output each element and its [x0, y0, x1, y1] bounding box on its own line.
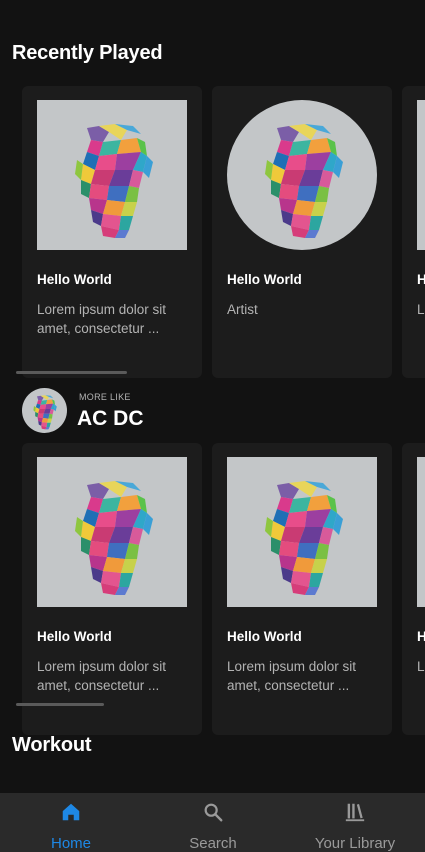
- more-like-card-1[interactable]: Hello World Lorem ipsum dolor sit amet, …: [22, 443, 202, 735]
- nav-home-label: Home: [50, 835, 91, 852]
- recently-played-carousel[interactable]: Hello World Lorem ipsum dolor sit amet, …: [0, 86, 425, 378]
- card-title: H: [417, 272, 425, 287]
- more-like-kicker: MORE LIKE: [79, 392, 131, 402]
- nav-home[interactable]: Home: [0, 793, 142, 852]
- artist-artwork: [227, 100, 377, 250]
- section-title-workout: Workout: [12, 734, 92, 756]
- home-icon: [62, 803, 80, 821]
- artist-avatar: [22, 388, 67, 433]
- card-title: H: [417, 629, 425, 644]
- card-subtitle: Lorem ipsum dolor sit amet, consectetur …: [37, 659, 167, 693]
- nav-library[interactable]: Your Library: [284, 793, 425, 852]
- section-title-recently-played: Recently Played: [12, 42, 163, 64]
- album-artwork: [417, 100, 425, 250]
- more-like-artist: AC DC: [77, 407, 144, 430]
- card-subtitle: Lorem ipsum dolor sit amet, consectetur …: [227, 659, 357, 693]
- more-like-scrollbar[interactable]: [16, 703, 104, 706]
- nav-search-label: Search: [189, 835, 237, 852]
- more-like-header[interactable]: MORE LIKE AC DC: [22, 388, 322, 434]
- card-subtitle: Lo a: [417, 302, 425, 317]
- search-icon: [204, 803, 223, 822]
- more-like-carousel[interactable]: Hello World Lorem ipsum dolor sit amet, …: [0, 443, 425, 735]
- card-title: Hello World: [227, 272, 302, 287]
- album-artwork: [417, 457, 425, 607]
- library-icon: [345, 803, 365, 822]
- nav-library-label: Your Library: [314, 835, 396, 852]
- more-like-card-3[interactable]: H Lo a: [402, 443, 425, 735]
- bottom-navigation: Home Search Your Library: [0, 793, 425, 852]
- more-like-card-2[interactable]: Hello World Lorem ipsum dolor sit amet, …: [212, 443, 392, 735]
- nav-search[interactable]: Search: [142, 793, 284, 852]
- album-artwork: [227, 457, 377, 607]
- card-subtitle: Lorem ipsum dolor sit amet, consectetur …: [37, 302, 167, 336]
- card-title: Hello World: [37, 272, 112, 287]
- album-artwork: [37, 100, 187, 250]
- album-artwork: [37, 457, 187, 607]
- card-title: Hello World: [227, 629, 302, 644]
- recently-played-scrollbar[interactable]: [16, 371, 127, 374]
- card-subtitle: Lo a: [417, 659, 425, 674]
- recent-card-1[interactable]: Hello World Lorem ipsum dolor sit amet, …: [22, 86, 202, 378]
- card-subtitle: Artist: [227, 302, 258, 317]
- recent-card-2[interactable]: Hello World Artist: [212, 86, 392, 378]
- recent-card-3[interactable]: H Lo a: [402, 86, 425, 378]
- card-title: Hello World: [37, 629, 112, 644]
